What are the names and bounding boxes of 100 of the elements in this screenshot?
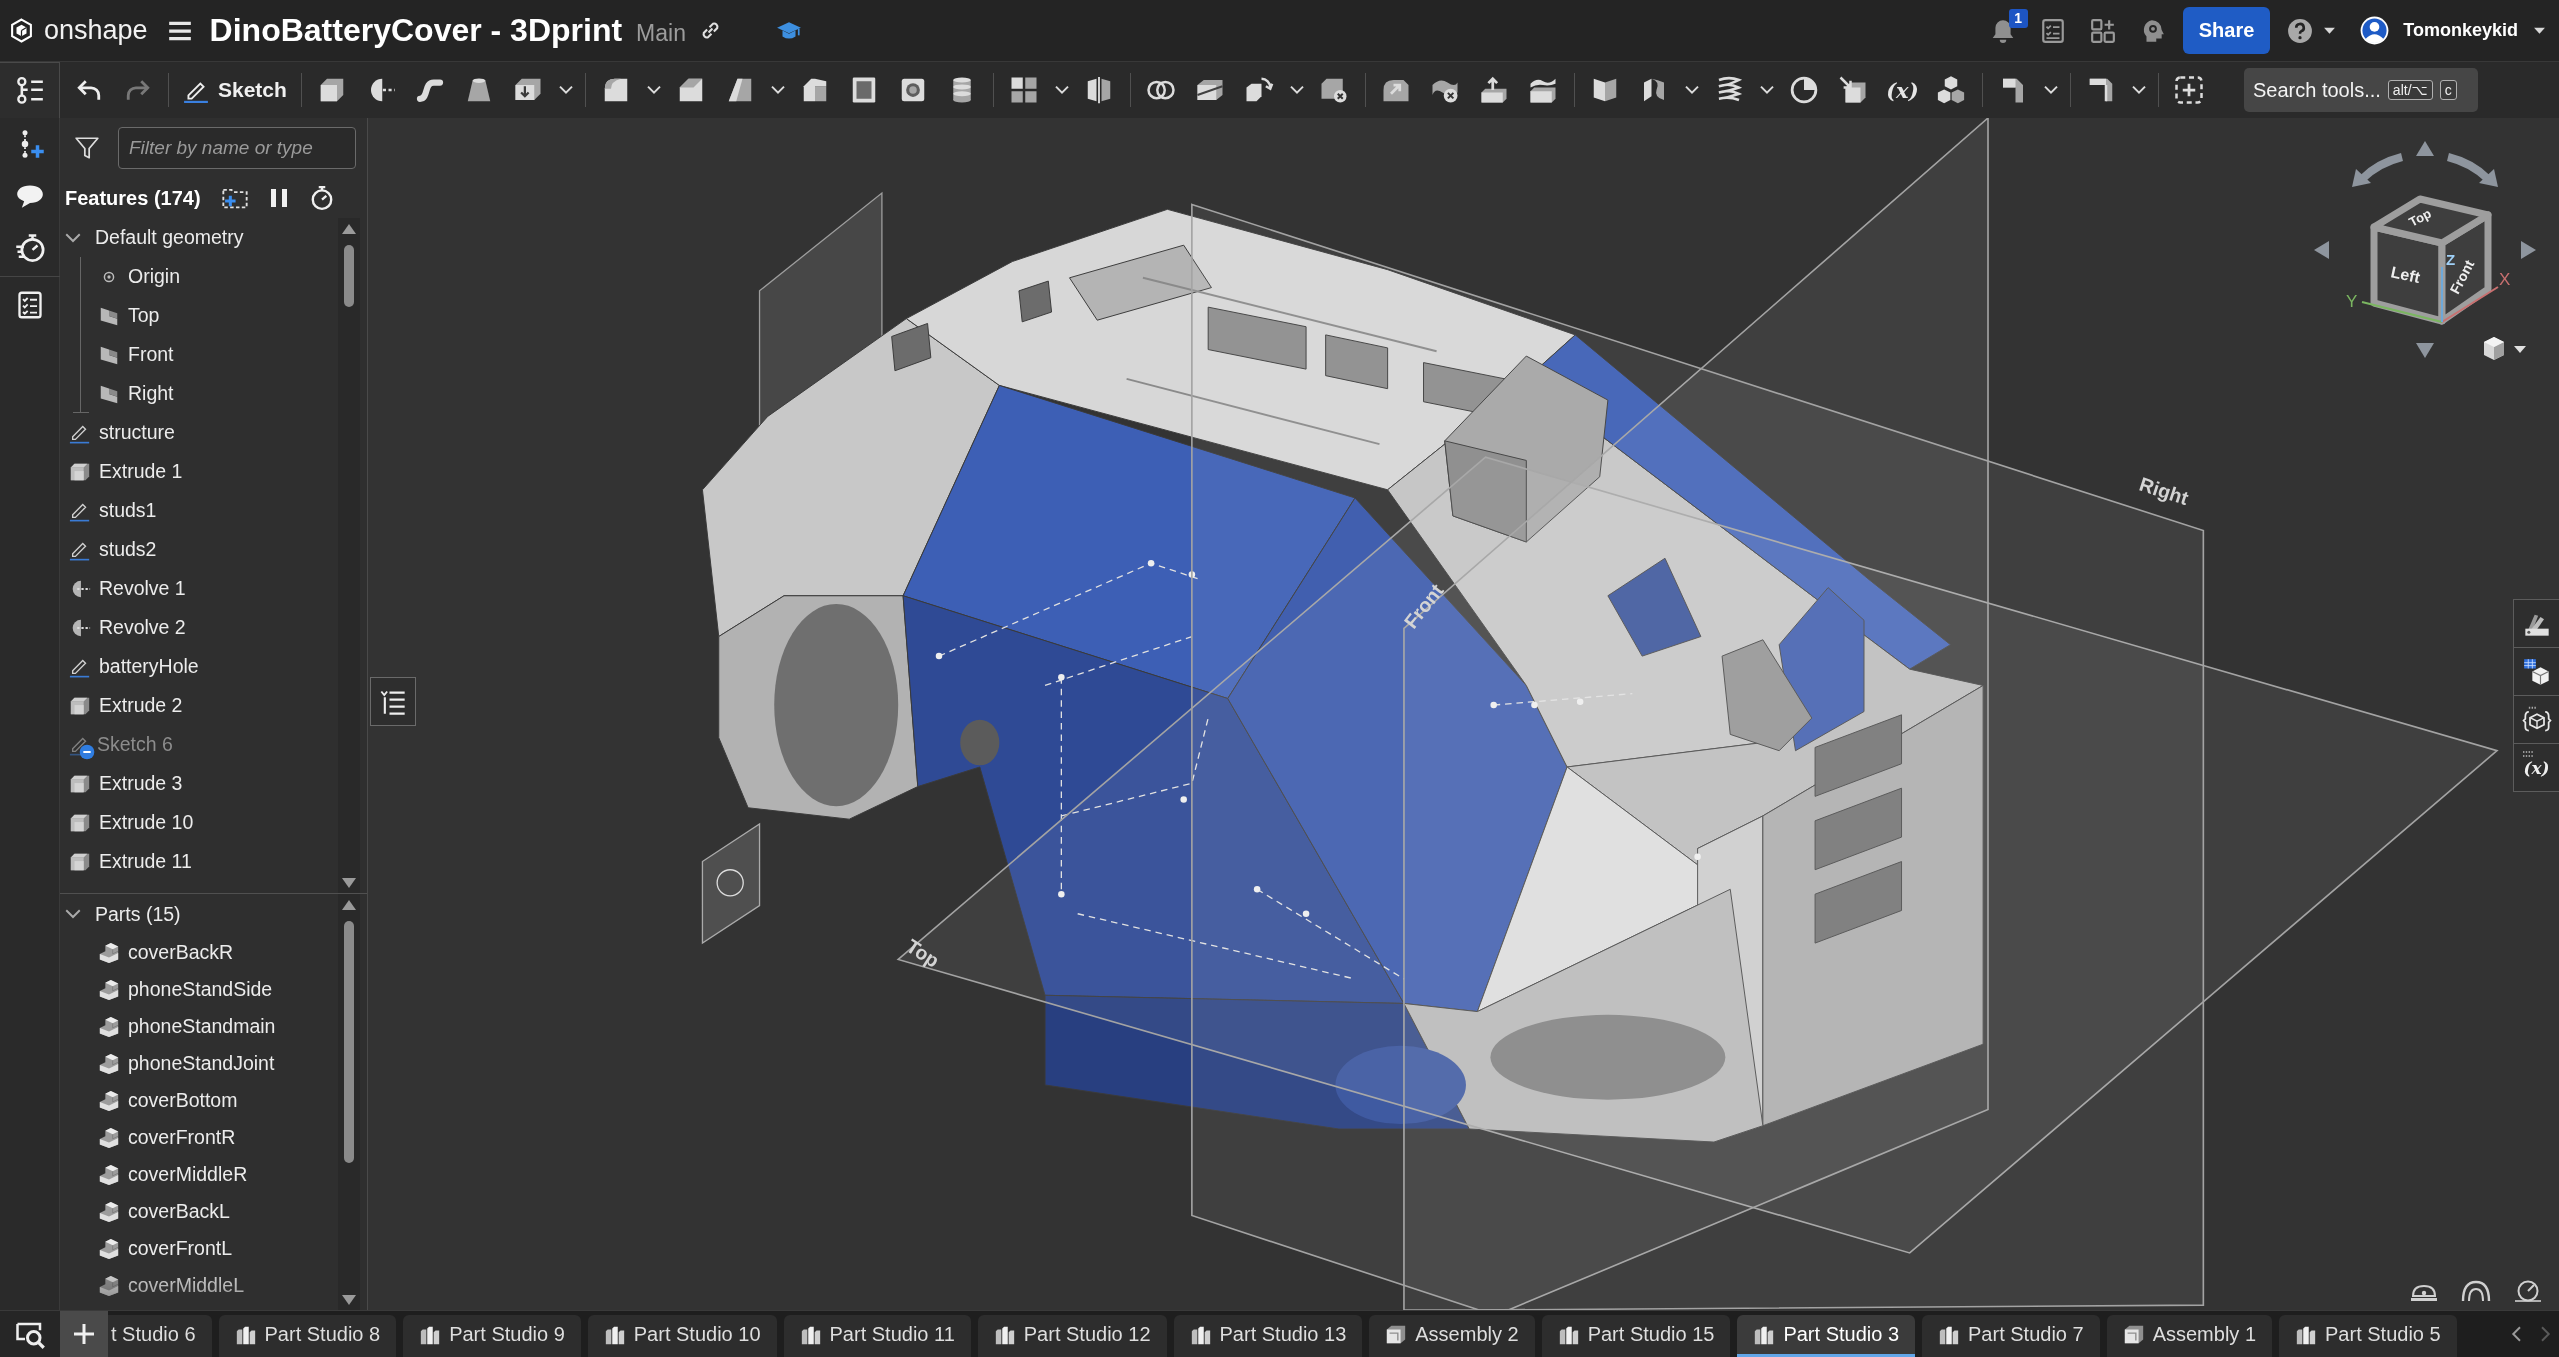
part-item[interactable]: coverBottom [60, 1082, 338, 1119]
scrollbar[interactable] [338, 894, 360, 1310]
part-item[interactable]: phoneStandmain [60, 1008, 338, 1045]
part-item[interactable]: phoneStandJoint [60, 1045, 338, 1082]
feature-tree-toggle[interactable] [0, 62, 60, 118]
part-block-icon [98, 1237, 120, 1260]
part-item[interactable]: coverFrontR [60, 1119, 338, 1156]
panel-button[interactable] [2513, 647, 2559, 696]
feature-item[interactable]: Extrude 11 [60, 842, 338, 881]
part-block-icon [98, 1200, 120, 1223]
view-cube[interactable] [2370, 195, 2492, 325]
right-plane[interactable] [1191, 203, 2205, 1310]
rotate-right-icon[interactable] [2446, 153, 2498, 187]
feature-item[interactable]: Extrude 3 [60, 764, 338, 803]
part-block-icon [98, 1163, 120, 1186]
features-title: Features (174) [65, 186, 201, 210]
part-item[interactable]: coverFrontL [60, 1230, 338, 1267]
filter-icon [74, 135, 100, 161]
arrow-up-icon[interactable] [2416, 141, 2434, 156]
panel-button[interactable] [2513, 599, 2559, 648]
document-tab[interactable]: Part Studio 13 [1173, 1315, 1363, 1357]
document-tab[interactable]: Part Studio 11 [783, 1315, 971, 1357]
feature-item[interactable]: Front [81, 335, 338, 374]
branch-name[interactable]: Main [636, 20, 686, 47]
feature-item[interactable]: studs2 [60, 530, 338, 569]
search-tabs-button[interactable] [0, 1311, 60, 1357]
minus-badge-icon [79, 743, 95, 760]
plane-label: Right [2136, 472, 2192, 510]
arch-icon [2461, 1280, 2491, 1302]
document-tab[interactable]: Part Studio 7 [1922, 1315, 2100, 1357]
document-tab[interactable]: Part Studio 5 [2279, 1315, 2457, 1357]
scrollbar[interactable] [338, 218, 360, 893]
feature-item[interactable]: Revolve 1 [60, 569, 338, 608]
variable-button[interactable]: (x) [1879, 68, 1925, 112]
panel-button[interactable] [2513, 695, 2559, 744]
scrollbar-thumb[interactable] [344, 921, 354, 1163]
document-tab[interactable]: Assembly 2 [1369, 1315, 1535, 1357]
cube-stack-icon [1936, 75, 1967, 105]
checklist-icon [2039, 17, 2066, 44]
document-tab[interactable]: Part Studio 15 [1541, 1315, 1731, 1357]
parts-group[interactable]: Parts (15) [60, 894, 338, 934]
scroll-down-arrow-icon [342, 1295, 356, 1305]
feature-item[interactable]: structure [60, 413, 338, 452]
scroll-down-arrow-icon [342, 878, 356, 888]
document-tab[interactable]: Part Studio 12 [977, 1315, 1167, 1357]
user-name[interactable]: Tomonkeykid [2403, 20, 2518, 41]
document-tab[interactable]: Part Studio 10 [587, 1315, 777, 1357]
arrow-down-icon[interactable] [2416, 343, 2434, 358]
plane-label: Top [902, 934, 944, 972]
document-tab[interactable]: t Studio 6 [108, 1315, 212, 1357]
feature-item[interactable]: Right [81, 374, 338, 413]
caret-icon[interactable] [2514, 346, 2526, 353]
shortcut-key: c [2439, 80, 2457, 100]
feature-item[interactable]: Top [81, 296, 338, 335]
brand-name: onshape [44, 15, 148, 46]
rotate-left-icon[interactable] [2352, 153, 2404, 187]
feature-item[interactable]: Sketch 6 [60, 725, 338, 764]
part-item[interactable]: coverBackR [60, 934, 338, 971]
part-item[interactable]: coverMiddleR [60, 1156, 338, 1193]
scrollbar-thumb[interactable] [344, 245, 354, 307]
mass-button[interactable] [2459, 1278, 2493, 1304]
axis-label: Y [2346, 292, 2358, 311]
part-block-icon [98, 1274, 120, 1297]
document-title[interactable]: DinoBatteryCover - 3Dprint [209, 12, 623, 49]
variables-button[interactable]: (x) [2513, 743, 2559, 792]
feature-item[interactable]: batteryHole [60, 647, 338, 686]
part-item[interactable]: phoneStandSide [60, 971, 338, 1008]
document-tab[interactable]: Part Studio 8 [218, 1315, 397, 1357]
feature-item[interactable]: Extrude 1 [60, 452, 338, 491]
grid-cube-icon [2522, 657, 2551, 686]
add-tab-button[interactable] [60, 1311, 108, 1357]
logo-icon [9, 18, 34, 43]
box-up-arrow-icon [1479, 75, 1510, 105]
part-block-icon [98, 1089, 120, 1112]
feature-item[interactable]: Revolve 2 [60, 608, 338, 647]
3d-model-drawing[interactable] [701, 208, 1984, 1143]
list-toggle-button[interactable] [370, 677, 416, 726]
sketch-button[interactable]: Sketch [175, 68, 295, 112]
axis-label: X [2499, 270, 2511, 289]
feature-item[interactable]: Extrude 10 [60, 803, 338, 842]
filter-field[interactable]: Filter by name or type [118, 127, 356, 169]
part-block-icon [98, 1052, 120, 1075]
tree-group[interactable]: Default geometry [60, 218, 338, 257]
document-tab[interactable]: Assembly 1 [2106, 1315, 2273, 1357]
feature-item[interactable]: Origin [81, 257, 338, 296]
document-tab[interactable]: Part Studio 3 [1737, 1315, 1916, 1357]
search-tools-field[interactable]: Search tools... alt/⌥ c [2244, 68, 2478, 112]
part-item[interactable]: coverMiddleL [60, 1267, 338, 1304]
dashed-plus-box-icon [2174, 75, 2205, 105]
assembly-icon [1385, 1323, 1408, 1346]
arrow-right-icon[interactable] [2521, 241, 2536, 259]
part-item[interactable]: coverBackL [60, 1193, 338, 1230]
feature-item[interactable]: studs1 [60, 491, 338, 530]
arrow-left-icon[interactable] [2314, 241, 2329, 259]
document-tab[interactable]: Part Studio 9 [403, 1315, 581, 1357]
share-button[interactable]: Share [2182, 7, 2271, 54]
front-plane[interactable] [1403, 118, 1989, 1310]
shaded-cube-icon[interactable] [2484, 337, 2504, 360]
feature-item[interactable]: Extrude 2 [60, 686, 338, 725]
z-axis [2441, 266, 2443, 323]
